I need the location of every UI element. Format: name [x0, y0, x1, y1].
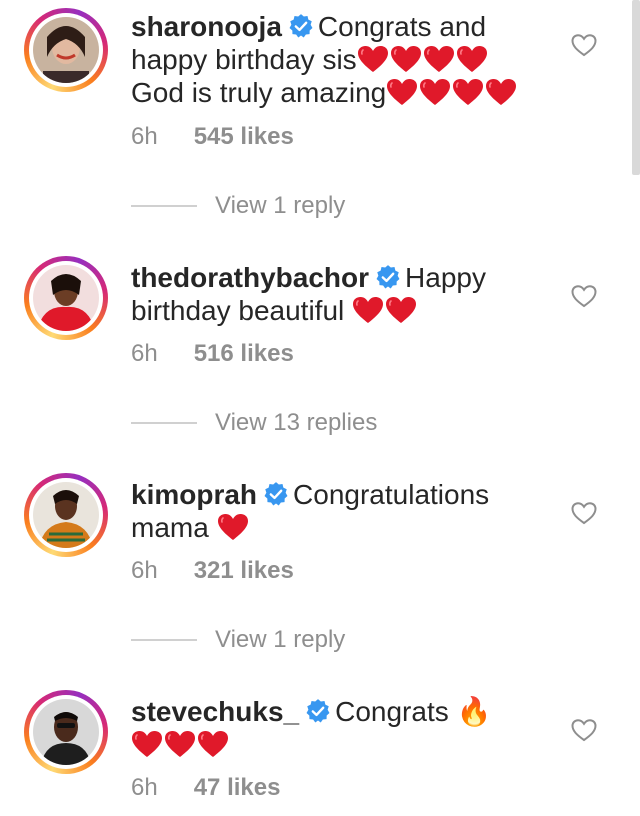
comment-username[interactable]: sharonooja: [131, 11, 282, 42]
comment-text: thedorathybachor Happy birthday beautiful: [131, 261, 531, 327]
red-heart-emoji: [131, 730, 163, 758]
comment-likes[interactable]: 321 likes: [194, 557, 294, 584]
like-heart-outline-icon[interactable]: [570, 31, 598, 59]
like-heart-outline-icon[interactable]: [570, 716, 598, 744]
view-replies-button[interactable]: View 1 reply: [131, 625, 345, 655]
comment-time: 6h: [131, 557, 158, 584]
comment-body: Happy: [405, 262, 486, 293]
comment-text: stevechuks_ Congrats 🔥: [131, 695, 531, 761]
comment-likes[interactable]: 545 likes: [194, 123, 294, 150]
replies-divider: [131, 422, 197, 424]
verified-badge-icon: [288, 13, 314, 39]
like-heart-outline-icon[interactable]: [570, 499, 598, 527]
verified-badge-icon: [305, 698, 331, 724]
comment-body: happy birthday sis: [131, 44, 357, 75]
comment-body: mama: [131, 512, 209, 543]
comment-meta: 6h 545 likes: [131, 123, 294, 151]
avatar[interactable]: [24, 690, 108, 774]
avatar[interactable]: [24, 8, 108, 92]
comment-meta: 6h 321 likes: [131, 557, 294, 585]
comment-time: 6h: [131, 123, 158, 150]
verified-badge-icon: [263, 481, 289, 507]
red-heart-emoji: [164, 730, 196, 758]
comment-body: Congratulations: [293, 479, 490, 510]
red-heart-emoji: [385, 296, 417, 324]
red-heart-emoji: [390, 45, 422, 73]
comment-time: 6h: [131, 340, 158, 367]
comment-meta: 6h 47 likes: [131, 774, 280, 802]
red-heart-emoji: [423, 45, 455, 73]
like-heart-outline-icon[interactable]: [570, 282, 598, 310]
comment-likes[interactable]: 47 likes: [194, 774, 281, 801]
comment-body: Congrats and: [317, 11, 487, 42]
red-heart-emoji: [485, 78, 517, 106]
view-replies-label: View 1 reply: [215, 626, 346, 653]
red-heart-emoji: [352, 296, 384, 324]
red-heart-emoji: [456, 45, 488, 73]
comment-body: God is truly amazing: [131, 77, 387, 108]
red-heart-emoji: [419, 78, 451, 106]
comment-time: 6h: [131, 774, 158, 801]
comment-text: sharonooja Congrats and happy birthday si…: [131, 10, 531, 109]
replies-divider: [131, 639, 197, 641]
comment-meta: 6h 516 likes: [131, 340, 294, 368]
red-heart-emoji: [197, 730, 229, 758]
red-heart-emoji: [357, 45, 389, 73]
comment-username[interactable]: thedorathybachor: [131, 262, 369, 293]
red-heart-emoji: [217, 513, 249, 541]
verified-badge-icon: [375, 264, 401, 290]
replies-divider: [131, 205, 197, 207]
view-replies-label: View 13 replies: [215, 409, 378, 436]
avatar[interactable]: [24, 473, 108, 557]
comment-body: birthday beautiful: [131, 295, 345, 326]
avatar[interactable]: [24, 256, 108, 340]
comment-likes[interactable]: 516 likes: [194, 340, 294, 367]
view-replies-button[interactable]: View 1 reply: [131, 191, 345, 221]
comment-username[interactable]: kimoprah: [131, 479, 257, 510]
view-replies-button[interactable]: View 13 replies: [131, 408, 377, 438]
comment-body: Congrats 🔥: [335, 696, 492, 727]
comment-username[interactable]: stevechuks_: [131, 696, 299, 727]
view-replies-label: View 1 reply: [215, 192, 346, 219]
red-heart-emoji: [386, 78, 418, 106]
comment-text: kimoprah Congratulations mama: [131, 478, 531, 544]
scrollbar[interactable]: [632, 0, 640, 175]
red-heart-emoji: [452, 78, 484, 106]
